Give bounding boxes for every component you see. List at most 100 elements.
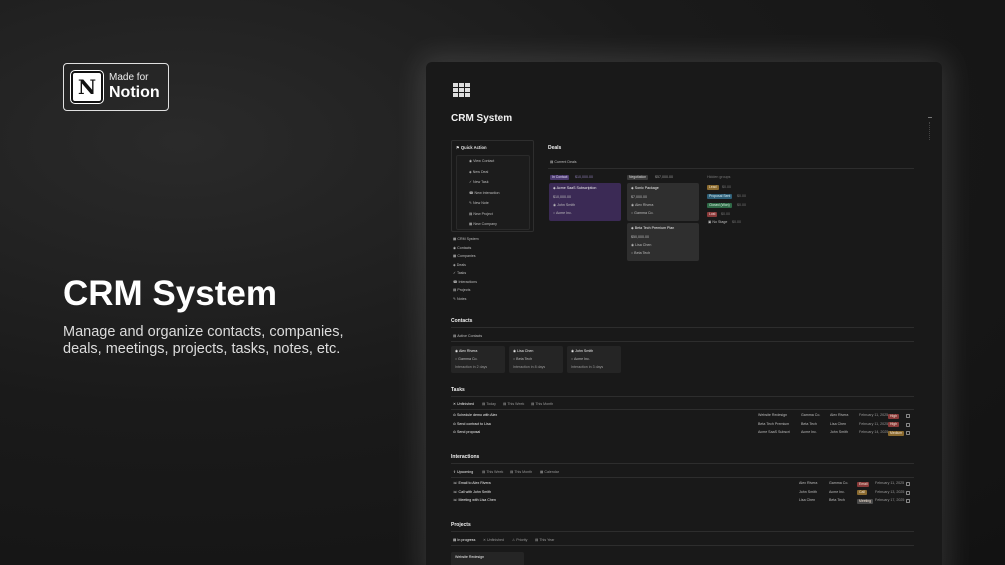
tab-unfinished[interactable]: ✕ Unfinished bbox=[453, 402, 474, 407]
divider bbox=[451, 463, 914, 464]
contact-note: Interaction in 2 days bbox=[455, 365, 488, 369]
qa-new-company[interactable]: ▦ New Company bbox=[469, 222, 497, 227]
deal-card-acme[interactable]: ◈ Acme SaaS Subscription $10,000.00 ◉ Jo… bbox=[549, 183, 621, 221]
qa-new-deal[interactable]: ◈ New Deal bbox=[469, 170, 488, 175]
task-company: Beta Tech bbox=[801, 421, 817, 426]
priority-badge: Medium bbox=[888, 430, 905, 436]
group-closed-won[interactable]: Closed (Won) bbox=[707, 203, 732, 208]
tasks-title: Tasks bbox=[451, 387, 465, 393]
quick-action-panel: ⚑ Quick Action ◉ View Contact ◈ New Deal… bbox=[451, 140, 534, 232]
contact-card-alex[interactable]: ◉ Alex Rivera ○ Gamma Co. Interaction in… bbox=[451, 346, 505, 373]
qa-new-interaction[interactable]: ☎ New Interaction bbox=[469, 191, 499, 196]
tab-int-this-month[interactable]: ▤ This Month bbox=[510, 470, 532, 475]
nav-deals[interactable]: ◈ Deals bbox=[453, 263, 466, 268]
notion-logo-letter: N bbox=[77, 75, 97, 99]
task-company: Acme Inc. bbox=[801, 430, 817, 434]
priority-badge: High bbox=[888, 422, 899, 427]
task-date: February 11, 2025 bbox=[859, 421, 889, 426]
tab-this-year[interactable]: ▤ This Year bbox=[535, 538, 554, 543]
task-project: Beta Tech Premium bbox=[758, 421, 790, 426]
interaction-contact: Lisa Chen bbox=[799, 498, 816, 502]
interaction-checkbox[interactable] bbox=[906, 482, 910, 486]
deal-card-beta-tech[interactable]: ◈ Beta Tech Premium Plan $50,000.00 ◉ Li… bbox=[627, 223, 699, 261]
tab-in-progress[interactable]: ▤ In progress bbox=[453, 538, 475, 543]
made-for-notion-badge: N Made for Notion bbox=[63, 63, 169, 111]
nav-interactions[interactable]: ☎ Interactions bbox=[453, 280, 477, 285]
tab-this-month[interactable]: ▤ This Month bbox=[531, 402, 553, 407]
divider bbox=[548, 168, 914, 169]
notion-logo-icon: N bbox=[71, 71, 103, 103]
tab-this-week[interactable]: ▤ This Week bbox=[503, 402, 524, 407]
group-lead[interactable]: Lead bbox=[707, 185, 719, 190]
hero-title: CRM System bbox=[63, 274, 277, 313]
group-proposal-sent[interactable]: Proposal Sent bbox=[707, 194, 733, 199]
qa-view-contact[interactable]: ◉ View Contact bbox=[469, 159, 494, 164]
group-lost-amount: $0.00 bbox=[721, 212, 730, 216]
task-title[interactable]: ⊙ Send contract to Lisa bbox=[453, 422, 491, 427]
nav-contacts[interactable]: ◉ Contacts bbox=[453, 246, 471, 251]
tab-calendar[interactable]: ▦ Calendar bbox=[540, 470, 559, 475]
qa-new-task[interactable]: ✓ New Task bbox=[469, 180, 489, 185]
task-checkbox[interactable] bbox=[906, 422, 910, 427]
qa-new-note[interactable]: ✎ New Note bbox=[469, 201, 489, 206]
nav-crm-system[interactable]: ▦ CRM System bbox=[453, 237, 479, 242]
deal-card-company: ○ Acme Inc. bbox=[553, 211, 572, 215]
contact-note: Interaction in 3 days bbox=[571, 365, 604, 369]
interaction-title[interactable]: ☏ Meeting with Lisa Chen bbox=[453, 498, 496, 503]
nav-projects[interactable]: ▤ Projects bbox=[453, 288, 470, 293]
contacts-view-tab[interactable]: ▤ Active Contacts bbox=[453, 334, 482, 339]
task-checkbox[interactable] bbox=[906, 414, 910, 418]
contact-card-lisa[interactable]: ◉ Lisa Chen ○ Beta Tech Interaction in 8… bbox=[509, 346, 563, 373]
badge-notion: Notion bbox=[109, 84, 160, 101]
task-date: February 14, 2025 bbox=[859, 430, 889, 434]
contacts-title: Contacts bbox=[451, 318, 473, 324]
interaction-checkbox[interactable] bbox=[906, 490, 910, 495]
divider bbox=[451, 409, 914, 410]
nav-tasks[interactable]: ✓ Tasks bbox=[453, 271, 466, 276]
deal-card-amount: $10,000.00 bbox=[553, 195, 571, 199]
page-title: CRM System bbox=[451, 113, 513, 124]
divider bbox=[451, 545, 914, 546]
tab-today[interactable]: ▤ Today bbox=[482, 402, 496, 407]
toc-line bbox=[928, 117, 932, 118]
deal-card-company: ○ Gamma Co. bbox=[631, 211, 654, 215]
interaction-title[interactable]: ☏ Email to Alex Rivera bbox=[453, 481, 491, 486]
interaction-checkbox[interactable] bbox=[906, 499, 910, 503]
deals-view-tab[interactable]: ▤ Current Deals bbox=[550, 160, 577, 165]
nav-companies[interactable]: ▦ Companies bbox=[453, 254, 476, 259]
interaction-type-badge: Call bbox=[857, 490, 867, 495]
qa-new-project[interactable]: ▤ New Project bbox=[469, 212, 493, 217]
contact-card-john[interactable]: ◉ John Smith ○ Acme Inc. Interaction in … bbox=[567, 346, 621, 373]
group-no-stage[interactable]: ▣ No Stage bbox=[708, 220, 727, 225]
task-date: February 11, 2025 bbox=[859, 413, 889, 417]
divider bbox=[451, 531, 914, 532]
task-title[interactable]: ⊙ Send proposal bbox=[453, 430, 480, 435]
nav-list: ▦ CRM System ◉ Contacts ▦ Companies ◈ De… bbox=[451, 234, 534, 304]
quick-action-title: ⚑ Quick Action bbox=[456, 145, 487, 150]
interaction-date: February 13, 2025 bbox=[875, 489, 905, 494]
deal-card-title: ◈ Acme SaaS Subscription bbox=[553, 186, 597, 190]
group-lost[interactable]: Lost bbox=[707, 212, 718, 217]
nav-notes[interactable]: ✎ Notes bbox=[453, 297, 466, 302]
tab-upcoming[interactable]: ⇧ Upcoming bbox=[453, 470, 473, 475]
divider bbox=[451, 396, 914, 397]
interaction-title[interactable]: ☏ Call with John Smith bbox=[453, 490, 491, 495]
interaction-date: February 17, 2025 bbox=[875, 498, 905, 502]
tab-int-this-week[interactable]: ▤ This Week bbox=[482, 470, 503, 475]
task-company: Gamma Co. bbox=[801, 413, 821, 417]
task-contact: John Smith bbox=[830, 430, 848, 434]
group-closed-amount: $0.00 bbox=[737, 203, 746, 207]
interaction-type-badge: Meeting bbox=[857, 498, 874, 504]
deal-card-title: ◈ Beta Tech Premium Plan bbox=[631, 226, 675, 230]
interaction-company: Acme Inc. bbox=[829, 489, 845, 494]
task-title[interactable]: ⊙ Schedule demo with Alex bbox=[453, 413, 497, 418]
task-project: Acme SaaS Subscri bbox=[758, 430, 790, 434]
deal-card-sonic[interactable]: ◈ Sonic Package $7,000.00 ◉ Alex Rivera … bbox=[627, 183, 699, 221]
tab-proj-unfinished[interactable]: ✕ Unfinished bbox=[483, 538, 504, 543]
status-in-contact: In Contact bbox=[550, 175, 570, 180]
group-lead-amount: $0.00 bbox=[722, 185, 731, 189]
tab-priority[interactable]: ⚠ Priority bbox=[512, 538, 527, 543]
project-card[interactable]: Website Redesign bbox=[451, 552, 524, 565]
task-checkbox[interactable] bbox=[906, 431, 910, 435]
no-stage-amount: $0.00 bbox=[732, 220, 741, 224]
